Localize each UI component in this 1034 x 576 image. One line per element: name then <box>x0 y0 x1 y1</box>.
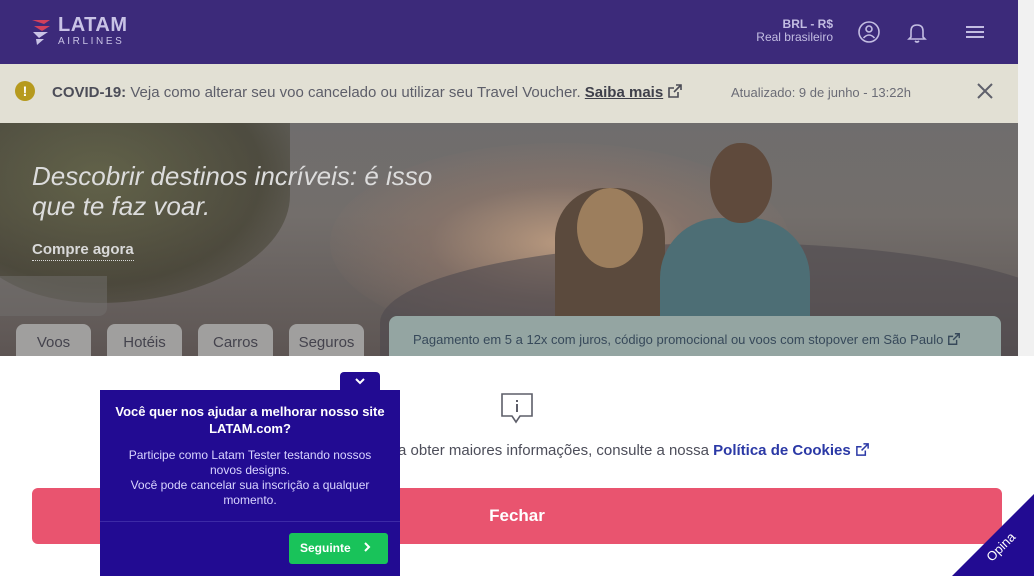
chevron-down-icon <box>355 378 365 385</box>
cookie-policy-link[interactable]: Política de Cookies <box>713 442 851 459</box>
covid-label: COVID-19: <box>52 84 127 101</box>
promo-banner[interactable]: Pagamento em 5 a 12x com juros, código p… <box>389 316 1001 356</box>
currency-name: Real brasileiro <box>756 30 833 44</box>
tab-carros[interactable]: Carros <box>198 324 273 356</box>
latam-logo[interactable]: LATAM AIRLINES <box>30 14 128 48</box>
covid-banner: ! COVID-19: Veja como alterar seu voo ca… <box>0 64 1018 123</box>
seguinte-label: Seguinte <box>300 541 351 555</box>
survey-body-line2: Você pode cancelar sua inscrição a qualq… <box>130 478 370 507</box>
compre-agora-link[interactable]: Compre agora <box>32 241 134 261</box>
covid-message: Veja como alterar seu voo cancelado ou u… <box>130 84 581 101</box>
hero-decoration <box>0 276 107 316</box>
notifications-bell-icon[interactable] <box>905 20 929 44</box>
external-link-icon <box>668 84 683 98</box>
latam-logo-icon <box>32 20 50 45</box>
survey-body-line1: Participe como Latam Tester testando nos… <box>128 448 372 477</box>
tab-voos[interactable]: Voos <box>16 324 91 356</box>
warning-icon: ! <box>15 81 35 101</box>
tab-hoteis[interactable]: Hotéis <box>107 324 182 356</box>
survey-title: Você quer nos ajudar a melhorar nosso si… <box>115 404 385 436</box>
saiba-mais-link[interactable]: Saiba mais <box>585 84 663 101</box>
user-account-icon[interactable] <box>857 20 881 44</box>
chevron-right-icon <box>364 542 371 552</box>
top-header: LATAM AIRLINES BRL - R$ Real brasileiro <box>0 0 1018 64</box>
hamburger-menu-icon[interactable] <box>963 20 987 44</box>
survey-popup: Você quer nos ajudar a melhorar nosso si… <box>100 390 400 576</box>
opina-feedback-tab[interactable]: Opina <box>930 476 1034 576</box>
brand-name: LATAM <box>58 14 128 36</box>
hero-banner: Descobrir destinos incríveis: é isso que… <box>0 123 1018 356</box>
tab-seguros[interactable]: Seguros <box>289 324 364 356</box>
promo-text: Pagamento em 5 a 12x com juros, código p… <box>413 332 944 347</box>
cookie-message: a obter maiores informações, consulte a … <box>398 442 870 459</box>
hero-title: Descobrir destinos incríveis: é isso que… <box>32 161 433 221</box>
covid-message-line: COVID-19: Veja como alterar seu voo canc… <box>52 83 683 101</box>
brand-subtitle: AIRLINES <box>58 36 125 47</box>
survey-body: Participe como Latam Tester testando nos… <box>112 448 388 508</box>
survey-collapse-toggle[interactable] <box>340 372 380 392</box>
info-message-icon <box>501 393 533 424</box>
covid-updated-timestamp: Atualizado: 9 de junho - 13:22h <box>731 85 911 100</box>
close-banner-icon[interactable] <box>974 80 996 102</box>
survey-divider <box>100 521 400 522</box>
seguinte-button[interactable]: Seguinte <box>289 533 388 564</box>
cookie-text: a obter maiores informações, consulte a … <box>398 442 709 459</box>
external-link-icon <box>948 333 960 345</box>
currency-selector[interactable]: BRL - R$ Real brasileiro <box>756 18 833 44</box>
external-link-icon <box>856 443 869 456</box>
